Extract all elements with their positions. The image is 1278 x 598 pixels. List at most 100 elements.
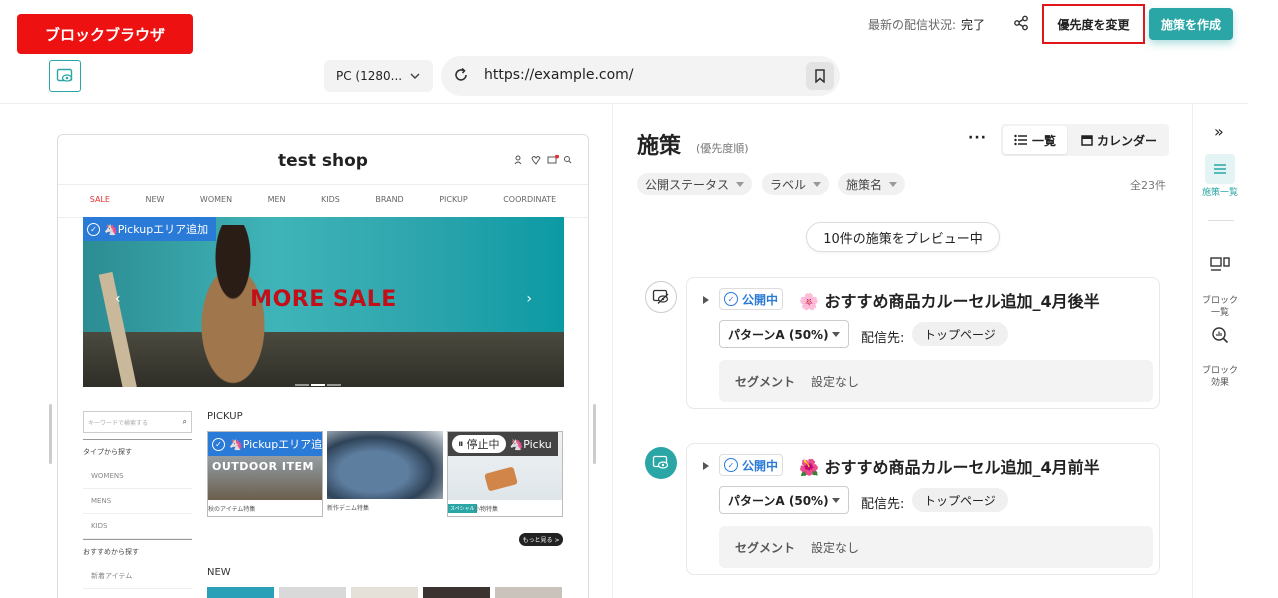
create-campaign-button[interactable]: 施策を作成 (1149, 8, 1233, 40)
campaign-title[interactable]: 🌸 おすすめ商品カルーセル追加_4月後半 (799, 288, 1100, 312)
rail-item-blocks[interactable]: ブロック 一覧 (1195, 238, 1245, 319)
side-menu-item[interactable]: おすすめから探す (83, 539, 192, 564)
shop-nav-item[interactable]: SALE (90, 195, 110, 204)
view-list-button[interactable]: 一覧 (1003, 126, 1067, 154)
side-menu-item[interactable]: WOMENS (83, 464, 192, 489)
view-list-label: 一覧 (1031, 133, 1056, 148)
block-badge[interactable]: ✓ 🦄Pickupエリア追 (208, 432, 323, 456)
new-thumbnail[interactable] (207, 587, 274, 598)
check-circle-icon: ✓ (212, 437, 225, 451)
block-badge-label: 🦄Pickupエリア追 (229, 438, 323, 451)
url-bar[interactable]: https://example.com/ (441, 56, 840, 96)
new-thumbnail[interactable] (495, 587, 562, 598)
preview-count-pill: 10件の施策をプレビュー中 (806, 222, 1000, 252)
page-subtitle: (優先度順) (696, 142, 749, 155)
shop-nav: SALE NEW WOMEN MEN KIDS BRAND PICKUP COO… (58, 195, 588, 204)
search-icon: ⌕ (182, 417, 187, 426)
destination-label: 配信先: (861, 497, 905, 512)
url-text[interactable]: https://example.com/ (484, 67, 634, 83)
new-thumbnail[interactable] (351, 587, 418, 598)
pattern-value: パターンA (50%) (728, 493, 829, 508)
status-label: 最新の配信状況: (868, 18, 957, 32)
filter-label-text: 施策名 (846, 177, 883, 192)
side-menu-item[interactable]: タイプから探す (83, 439, 192, 464)
hero-banner[interactable]: MORE SALE ‹ › (83, 217, 564, 387)
shop-nav-item[interactable]: PICKUP (439, 195, 467, 204)
shop-search-input[interactable]: キーワードで検索する ⌕ (83, 411, 192, 433)
card-caption: 秋のアイテム特集 (208, 506, 256, 513)
shop-nav-item[interactable]: MEN (268, 195, 286, 204)
divider (1208, 220, 1234, 221)
divider (612, 103, 613, 598)
pause-icon: ⏸ (458, 437, 464, 450)
block-badge[interactable]: ⏸ 停止中 🦄Picku (448, 432, 558, 456)
change-priority-button[interactable]: 優先度を変更 (1042, 4, 1145, 44)
special-tag: スペシャル (448, 504, 477, 513)
preview-off-toggle[interactable] (645, 281, 677, 313)
divider (58, 184, 588, 185)
page-title: 施策 (637, 134, 682, 159)
pattern-select[interactable]: パターンA (50%) (719, 320, 849, 348)
card-caption: 小物特集 (474, 506, 499, 513)
destination-label: 配信先: (861, 331, 905, 346)
shop-nav-item[interactable]: COORDINATE (503, 195, 556, 204)
double-chevron-right-icon[interactable]: » (1214, 122, 1224, 141)
paused-label: 停止中 (466, 438, 500, 451)
card-caption: 新作デニム特集 (327, 505, 370, 512)
caret-down-icon (832, 332, 840, 337)
segment-value: 設定なし (811, 540, 860, 555)
block-badge[interactable]: ✓ 🦄Pickupエリア追加 (83, 217, 217, 241)
block-badge-label: 🦄Picku (509, 437, 552, 451)
segment-row: セグメント 設定なし (719, 526, 1153, 568)
status-badge: ✓ 公開中 (719, 288, 784, 310)
rail-item-block-effects[interactable]: ブロック 効果 (1195, 308, 1245, 389)
campaign-card[interactable]: ✓ 公開中 🌺 おすすめ商品カルーセル追加_4月前半 パターンA (50%) 配信… (686, 443, 1160, 575)
view-calendar-button[interactable]: カレンダー (1071, 126, 1167, 154)
shop-nav-item[interactable]: NEW (145, 195, 164, 204)
resize-handle-right[interactable] (593, 404, 596, 464)
rail-item-campaigns[interactable]: 施策一覧 (1195, 154, 1245, 199)
campaign-title[interactable]: 🌺 おすすめ商品カルーセル追加_4月前半 (799, 454, 1100, 478)
pickup-card[interactable]: ⏸ 停止中 🦄Picku スペシャル 小物特集 (447, 431, 563, 517)
filter-label[interactable]: ラベル (762, 173, 830, 195)
caret-down-icon (832, 498, 840, 503)
side-menu-item[interactable]: 新着アイテム (83, 564, 192, 589)
device-select-value: PC (1280... (336, 69, 403, 83)
pickup-card[interactable]: 新作デニム特集 (327, 431, 443, 517)
reload-icon[interactable] (453, 67, 469, 83)
divider (0, 103, 1248, 104)
filter-status[interactable]: 公開ステータス (637, 173, 753, 195)
pattern-select[interactable]: パターンA (50%) (719, 486, 849, 514)
chevron-right-icon[interactable]: › (526, 291, 532, 307)
expand-caret-icon[interactable] (703, 462, 709, 470)
bookmark-button[interactable] (806, 62, 834, 90)
filter-name[interactable]: 施策名 (838, 173, 906, 195)
site-preview: test shop SALE NEW WOMEN MEN KIDS BRAND … (57, 134, 589, 598)
pickup-card[interactable]: OUTDOOR ITEM ✓ 🦄Pickupエリア追 秋のアイテム特集 (207, 431, 323, 517)
side-menu-item[interactable]: MENS (83, 489, 192, 514)
hero-ground (83, 332, 564, 387)
new-thumbnail[interactable] (279, 587, 346, 598)
share-icon[interactable] (1012, 14, 1030, 32)
shop-nav-item[interactable]: WOMEN (200, 195, 232, 204)
campaign-card[interactable]: ✓ 公開中 🌸 おすすめ商品カルーセル追加_4月後半 パターンA (50%) 配信… (686, 277, 1160, 409)
preview-toggle-button[interactable] (49, 60, 81, 92)
view-toggle: 一覧 カレンダー (1001, 124, 1169, 156)
shop-nav-item[interactable]: KIDS (321, 195, 340, 204)
view-calendar-label: カレンダー (1096, 133, 1157, 148)
new-thumbnail[interactable] (423, 587, 490, 598)
side-menu-item[interactable]: KIDS (83, 514, 192, 539)
bookmark-icon (815, 69, 825, 83)
resize-handle-left[interactable] (49, 404, 52, 464)
shop-nav-item[interactable]: BRAND (375, 195, 403, 204)
expand-caret-icon[interactable] (703, 296, 709, 304)
pickup-heading: PICKUP (207, 411, 243, 422)
blocks-icon (1205, 250, 1235, 280)
eye-icon (652, 455, 669, 469)
preview-on-toggle[interactable] (645, 447, 677, 479)
more-button[interactable]: もっと見る > (519, 533, 563, 546)
more-options-icon[interactable]: ··· (968, 130, 987, 146)
calendar-icon (1081, 135, 1093, 146)
device-select[interactable]: PC (1280... (324, 60, 433, 92)
chevron-left-icon[interactable]: ‹ (115, 291, 121, 307)
